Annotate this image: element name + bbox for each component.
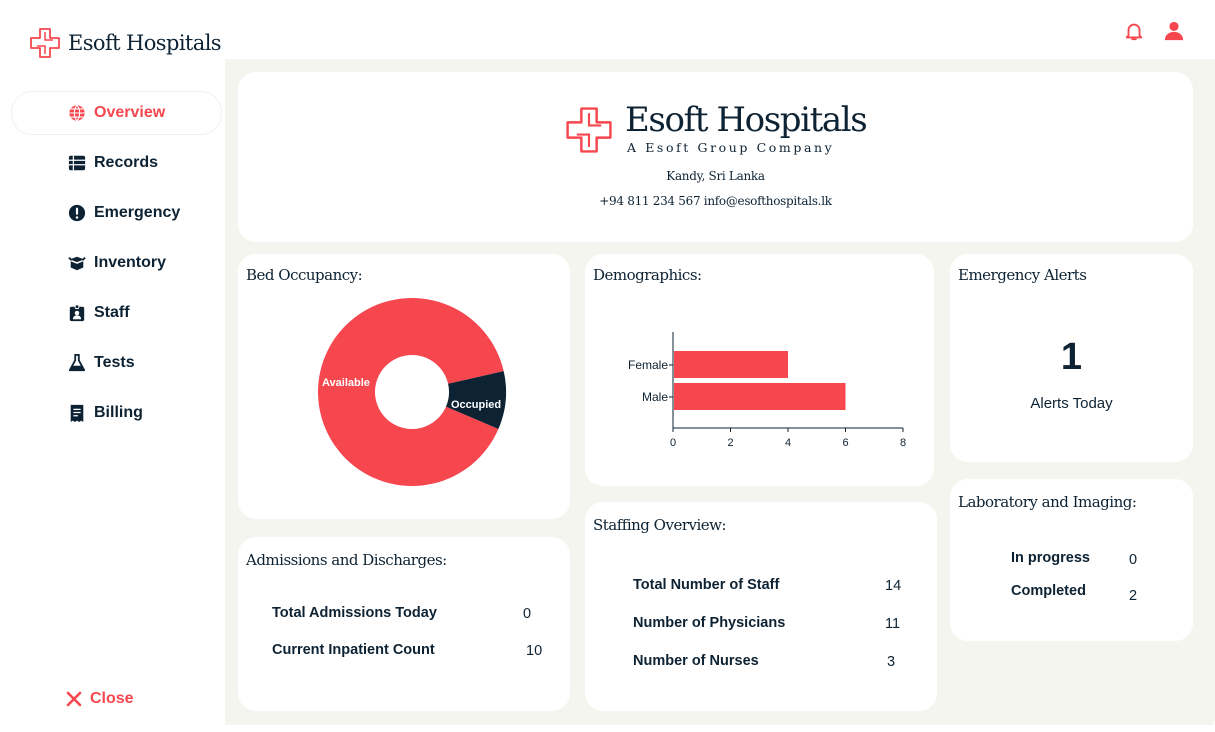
kv-value: 0	[523, 606, 532, 622]
user-icon[interactable]	[1163, 20, 1185, 42]
kv-label: Number of Nurses	[633, 653, 759, 669]
hospital-cross-logo-icon	[566, 107, 612, 153]
kv-value: 14	[885, 578, 902, 594]
kv-label: In progress	[1011, 550, 1090, 566]
alerts-subtitle: Alerts Today	[1030, 395, 1113, 412]
kv-value: 11	[885, 616, 901, 632]
pie-label-available: Available	[322, 377, 370, 389]
sidebar-item-records[interactable]: Records	[8, 142, 225, 184]
hero-logo: Esoft Hospitals A Esoft Group Company	[563, 100, 868, 156]
demographics-bar-chart: Female Male 0 2 4 6 8	[628, 332, 906, 449]
x-tick-label: 4	[785, 437, 791, 449]
sidebar-item-label: Inventory	[94, 254, 167, 271]
kv-label: Total Number of Staff	[633, 577, 780, 593]
sidebar-item-label: Tests	[94, 354, 135, 371]
card-title: Admissions and Discharges:	[246, 551, 447, 569]
kv-label: Completed	[1011, 583, 1086, 599]
dashboard-content: Esoft Hospitals A Esoft Group Company Ka…	[225, 59, 1215, 725]
sidebar: Overview Records Emergency Inventory Sta…	[8, 92, 225, 442]
x-tick-label: 2	[727, 437, 733, 449]
kv-value: 0	[1129, 552, 1138, 568]
app-window: Esoft Hospitals Overview Records Emergen…	[0, 0, 1215, 732]
pie-label-occupied: Occupied	[451, 399, 501, 411]
hero-contact: +94 811 234 567 info@esofthospitals.lk	[599, 194, 832, 208]
sidebar-item-label: Billing	[94, 404, 143, 421]
flask-icon	[68, 354, 86, 372]
alert-circle-icon	[68, 204, 86, 222]
staffing-overview-card: Staffing Overview: Total Number of Staff…	[585, 502, 937, 711]
emergency-alerts-card: Emergency Alerts 1 Alerts Today	[950, 254, 1193, 462]
bar-chart-axis	[672, 332, 903, 429]
hero-hospital-name: Esoft Hospitals	[625, 100, 868, 140]
app-logo: Esoft Hospitals	[28, 26, 222, 60]
hero-tagline: A Esoft Group Company	[627, 140, 835, 155]
bell-icon[interactable]	[1123, 20, 1145, 42]
sidebar-item-overview[interactable]: Overview	[12, 92, 221, 134]
sidebar-item-tests[interactable]: Tests	[8, 342, 225, 384]
hospital-cross-logo-icon	[30, 28, 60, 58]
table-icon	[68, 155, 86, 171]
x-tick-label: 8	[900, 437, 906, 449]
kv-value: 2	[1129, 588, 1138, 604]
y-tick-label: Male	[642, 390, 668, 404]
x-tick-label: 0	[670, 437, 676, 449]
bar-male	[674, 383, 846, 410]
close-label: Close	[90, 690, 134, 707]
receipt-icon	[70, 404, 84, 422]
kv-label: Total Admissions Today	[272, 605, 437, 621]
laboratory-imaging-card: Laboratory and Imaging: In progress 0 Co…	[950, 479, 1193, 641]
sidebar-item-label: Overview	[94, 104, 166, 121]
kv-label: Number of Physicians	[633, 615, 786, 631]
box-icon	[68, 256, 86, 271]
card-title: Emergency Alerts	[958, 266, 1087, 284]
bed-occupancy-card: Bed Occupancy: Available Occupied	[238, 254, 570, 519]
demographics-card: Demographics: Female Male 0 2 4 6 8	[585, 254, 934, 486]
sidebar-item-emergency[interactable]: Emergency	[8, 192, 225, 234]
kv-value: 3	[887, 654, 896, 670]
kv-value: 10	[526, 643, 543, 659]
sidebar-item-staff[interactable]: Staff	[8, 292, 225, 334]
admissions-card: Admissions and Discharges: Total Admissi…	[238, 537, 570, 711]
bar-female	[674, 351, 788, 378]
sidebar-item-label: Staff	[94, 304, 130, 321]
hero-location: Kandy, Sri Lanka	[666, 169, 765, 183]
kv-label: Current Inpatient Count	[272, 642, 435, 658]
hospital-info-card: Esoft Hospitals A Esoft Group Company Ka…	[238, 72, 1193, 242]
x-tick-label: 6	[842, 437, 848, 449]
card-title: Staffing Overview:	[593, 516, 727, 534]
sidebar-item-inventory[interactable]: Inventory	[8, 242, 225, 284]
sidebar-item-label: Records	[94, 154, 159, 171]
close-icon	[66, 691, 82, 707]
header-actions	[1123, 20, 1185, 42]
card-title: Laboratory and Imaging:	[958, 493, 1137, 511]
globe-icon	[69, 104, 85, 122]
sidebar-item-label: Emergency	[94, 204, 181, 221]
y-tick-label: Female	[628, 358, 668, 372]
close-button[interactable]: Close	[66, 690, 134, 708]
bed-occupancy-donut-chart: Available Occupied	[317, 298, 506, 487]
sidebar-item-billing[interactable]: Billing	[8, 392, 225, 434]
alerts-count: 1	[1060, 336, 1083, 378]
id-badge-icon	[69, 304, 85, 322]
app-name: Esoft Hospitals	[68, 31, 222, 55]
